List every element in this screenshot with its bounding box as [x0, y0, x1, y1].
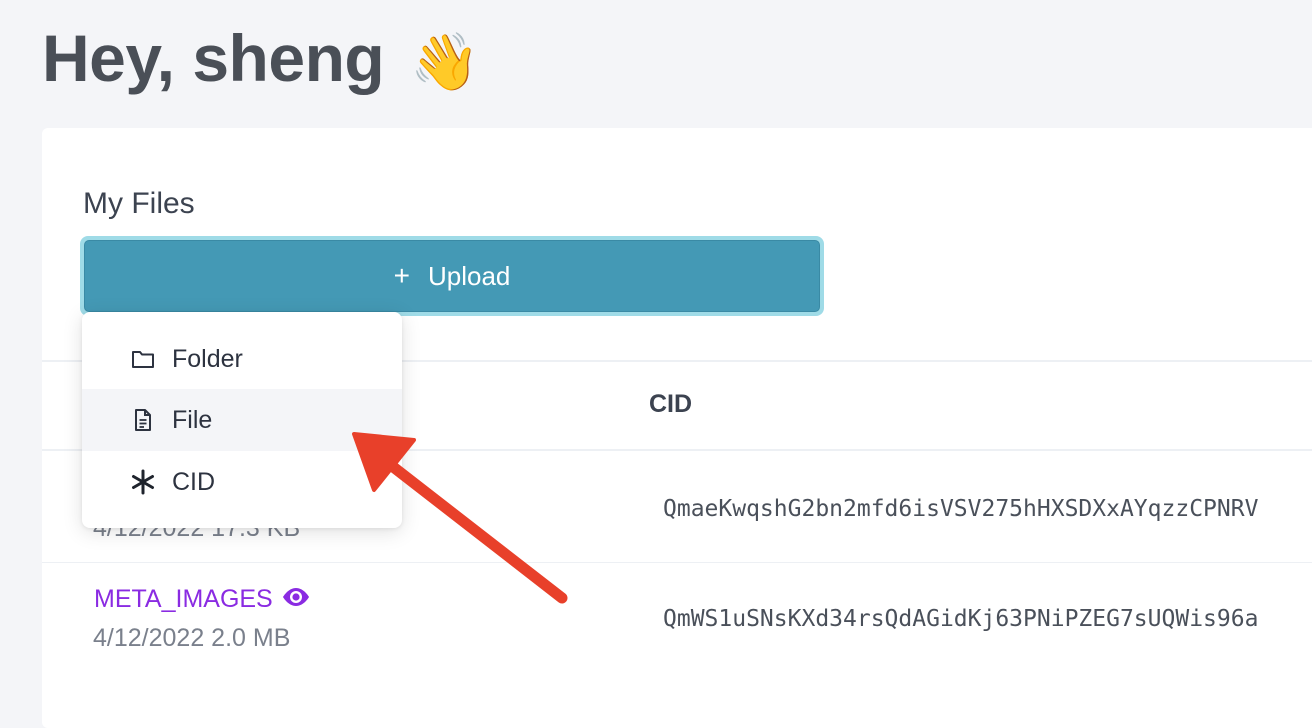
- upload-button[interactable]: + Upload: [80, 236, 824, 316]
- row-2-meta: 4/12/2022 2.0 MB: [93, 624, 291, 652]
- row-divider: [42, 562, 1312, 563]
- menu-item-cid[interactable]: CID: [82, 451, 402, 513]
- upload-button-label: Upload: [427, 260, 511, 291]
- menu-item-file[interactable]: File: [82, 389, 402, 451]
- greeting-heading: Hey, sheng 👋: [42, 18, 480, 102]
- menu-item-label: File: [172, 405, 213, 434]
- menu-item-folder[interactable]: Folder: [82, 328, 402, 390]
- folder-icon: [130, 349, 156, 369]
- greeting-text: Hey, sheng: [42, 21, 385, 95]
- section-title: My Files: [83, 187, 195, 220]
- row-1-cid[interactable]: QmaeKwqshG2bn2mfd6isVSV275hHXSDXxAYqzzCP…: [663, 494, 1258, 524]
- plus-icon: +: [393, 260, 410, 291]
- row-2-name-link[interactable]: META_IMAGES: [94, 585, 273, 613]
- menu-item-label: Folder: [172, 344, 243, 373]
- menu-item-label: CID: [172, 467, 216, 496]
- upload-button-body[interactable]: + Upload: [84, 240, 820, 312]
- upload-menu: Folder File CID: [82, 312, 402, 528]
- asterisk-icon: [130, 469, 156, 495]
- row-2-cid[interactable]: QmWS1uSNsKXd34rsQdAGidKj63PNiPZEG7sUQWis…: [663, 604, 1258, 634]
- column-header-cid: CID: [649, 390, 693, 418]
- eye-icon[interactable]: [281, 585, 311, 615]
- file-icon: [130, 408, 156, 432]
- row-2-name[interactable]: META_IMAGES: [94, 584, 311, 615]
- waving-hand-icon: 👋: [410, 30, 480, 93]
